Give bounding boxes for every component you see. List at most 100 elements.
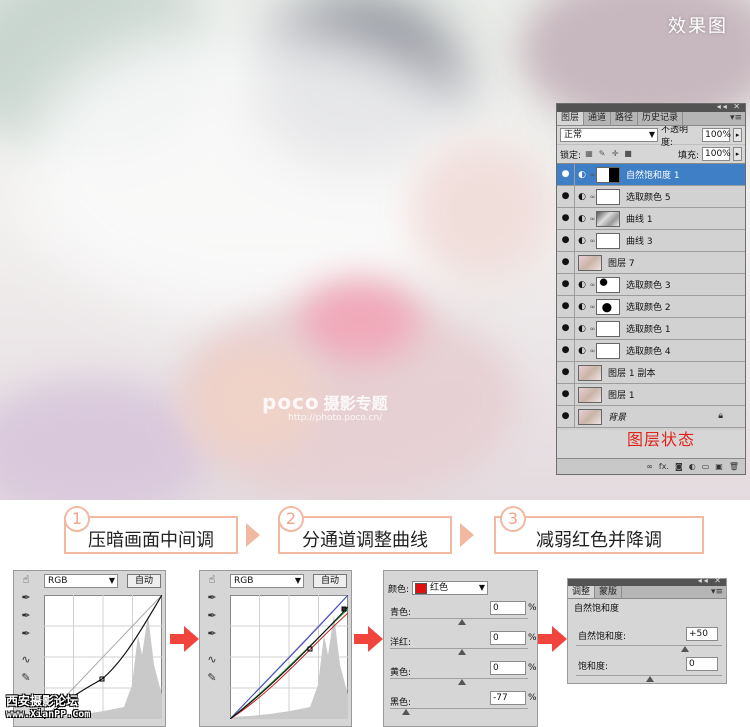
eye-icon[interactable]: ●: [557, 164, 575, 185]
black-slider-thumb[interactable]: [402, 709, 410, 715]
link-layers-icon[interactable]: ∞: [646, 462, 653, 471]
gray-eyedropper-icon[interactable]: ✒: [202, 609, 222, 627]
yellow-field[interactable]: 0: [490, 661, 526, 675]
layer-row[interactable]: ● 背景 🔒︎: [557, 406, 745, 428]
new-layer-icon[interactable]: ▣: [715, 462, 723, 471]
gray-eyedropper-icon[interactable]: ✒: [16, 609, 36, 627]
eye-icon[interactable]: ●: [557, 384, 575, 405]
adjustment-layer-icon[interactable]: ◐: [689, 462, 696, 471]
eye-icon[interactable]: ●: [557, 208, 575, 229]
auto-button[interactable]: 自动: [313, 574, 347, 588]
saturation-field[interactable]: 0: [686, 657, 718, 671]
layer-style-icon[interactable]: fx.: [659, 462, 669, 471]
magenta-slider-thumb[interactable]: [458, 649, 466, 655]
black-eyedropper-icon[interactable]: ✒: [16, 591, 36, 609]
pencil-icon[interactable]: ✎: [202, 671, 222, 689]
auto-button[interactable]: 自动: [127, 574, 161, 588]
black-eyedropper-icon[interactable]: ✒: [202, 591, 222, 609]
black-slider[interactable]: [390, 708, 528, 709]
blend-mode-select[interactable]: 正常 ▼: [560, 128, 658, 142]
layer-row[interactable]: ● ◐ ∞ 自然饱和度 1: [557, 164, 745, 186]
panel-menu-icon[interactable]: ▾≡: [711, 587, 723, 597]
magenta-field[interactable]: 0: [490, 631, 526, 645]
panel-menu-icon[interactable]: ▾≡: [730, 113, 742, 123]
cyan-field[interactable]: 0: [490, 601, 526, 615]
eye-icon[interactable]: ●: [557, 362, 575, 383]
lock-pixels-icon[interactable]: ✎: [597, 149, 607, 159]
panel-titlebar[interactable]: ◂◂ ✕: [568, 576, 726, 586]
curve-graph[interactable]: [230, 595, 348, 719]
chain-link-icon[interactable]: ∞: [589, 347, 596, 355]
opacity-field[interactable]: 100%: [702, 128, 731, 142]
vibrance-field[interactable]: +50: [686, 627, 718, 641]
tab-channels[interactable]: 通道: [584, 112, 612, 125]
color-select[interactable]: 红色 ▼: [412, 581, 489, 595]
layer-row[interactable]: ● ◐ ∞ 选取颜色 1: [557, 318, 745, 340]
lock-position-icon[interactable]: ✛: [610, 149, 620, 159]
pencil-icon[interactable]: ✎: [16, 671, 36, 689]
eye-icon[interactable]: ●: [557, 252, 575, 273]
panel-titlebar[interactable]: ◂◂ ✕: [557, 102, 745, 112]
layer-row[interactable]: ● 图层 1: [557, 384, 745, 406]
layer-mask-thumbnail[interactable]: [596, 276, 620, 293]
layer-mask-thumbnail[interactable]: [596, 232, 620, 249]
eye-icon[interactable]: ●: [557, 186, 575, 207]
layer-row[interactable]: ● ◐ ∞ 选取颜色 4: [557, 340, 745, 362]
white-eyedropper-icon[interactable]: ✒: [16, 627, 36, 645]
eye-icon[interactable]: ●: [557, 296, 575, 317]
layer-mask-thumbnail[interactable]: [596, 320, 620, 337]
eye-icon[interactable]: ●: [557, 406, 575, 427]
layer-thumbnail[interactable]: [578, 408, 602, 425]
fill-arrow-icon[interactable]: ▸: [733, 147, 742, 161]
layer-row[interactable]: ● ◐ ∞ 曲线 1: [557, 208, 745, 230]
eye-icon[interactable]: ●: [557, 274, 575, 295]
chain-link-icon[interactable]: ∞: [589, 303, 596, 311]
eye-icon[interactable]: ●: [557, 318, 575, 339]
layer-mask-thumbnail[interactable]: [596, 298, 620, 315]
chain-link-icon[interactable]: ∞: [589, 171, 596, 179]
tab-history[interactable]: 历史记录: [638, 112, 684, 125]
layer-mask-thumbnail[interactable]: [596, 342, 620, 359]
hand-adjust-icon[interactable]: ☝: [202, 573, 222, 591]
chain-link-icon[interactable]: ∞: [589, 237, 596, 245]
layer-mask-thumbnail[interactable]: [596, 210, 620, 227]
eye-icon[interactable]: ●: [557, 340, 575, 361]
opacity-arrow-icon[interactable]: ▸: [733, 128, 742, 142]
eye-icon[interactable]: ●: [557, 230, 575, 251]
tab-masks[interactable]: 蒙版: [595, 586, 623, 598]
hand-adjust-icon[interactable]: ☝: [16, 573, 36, 591]
black-field[interactable]: -77: [490, 691, 526, 705]
lock-all-icon[interactable]: ■: [623, 149, 633, 159]
layer-mask-thumbnail[interactable]: [596, 188, 620, 205]
chain-link-icon[interactable]: ∞: [589, 193, 596, 201]
tab-layers[interactable]: 图层: [557, 112, 585, 125]
group-folder-icon[interactable]: ▭: [702, 462, 710, 471]
white-eyedropper-icon[interactable]: ✒: [202, 627, 222, 645]
lock-transparency-icon[interactable]: ▦: [584, 149, 594, 159]
layer-row[interactable]: ● 图层 1 副本: [557, 362, 745, 384]
curve-point-icon[interactable]: ∿: [16, 653, 36, 671]
layer-row[interactable]: ● 图层 7: [557, 252, 745, 274]
chain-link-icon[interactable]: ∞: [589, 215, 596, 223]
vibrance-slider-thumb[interactable]: [681, 646, 689, 652]
layer-row[interactable]: ● ◐ ∞ 选取颜色 5: [557, 186, 745, 208]
collapse-close-icons[interactable]: ◂◂ ✕: [717, 102, 742, 111]
curve-point-icon[interactable]: ∿: [202, 653, 222, 671]
yellow-slider-thumb[interactable]: [458, 679, 466, 685]
layer-row[interactable]: ● ◐ ∞ 选取颜色 2: [557, 296, 745, 318]
tab-paths[interactable]: 路径: [611, 112, 639, 125]
layer-row[interactable]: ● ◐ ∞ 曲线 3: [557, 230, 745, 252]
layer-mask-thumbnail[interactable]: [596, 166, 620, 183]
saturation-slider-thumb[interactable]: [646, 676, 654, 682]
channel-select[interactable]: RGB ▼: [44, 574, 118, 588]
chain-link-icon[interactable]: ∞: [589, 281, 596, 289]
chain-link-icon[interactable]: ∞: [589, 325, 596, 333]
layer-thumbnail[interactable]: [578, 254, 602, 271]
add-mask-icon[interactable]: ◙: [675, 462, 683, 471]
collapse-close-icons[interactable]: ◂◂ ✕: [698, 576, 723, 585]
layer-thumbnail[interactable]: [578, 364, 602, 381]
tab-adjustments[interactable]: 调整: [568, 586, 596, 598]
cyan-slider-thumb[interactable]: [458, 619, 466, 625]
channel-select[interactable]: RGB ▼: [230, 574, 304, 588]
layer-row[interactable]: ● ◐ ∞ 选取颜色 3: [557, 274, 745, 296]
